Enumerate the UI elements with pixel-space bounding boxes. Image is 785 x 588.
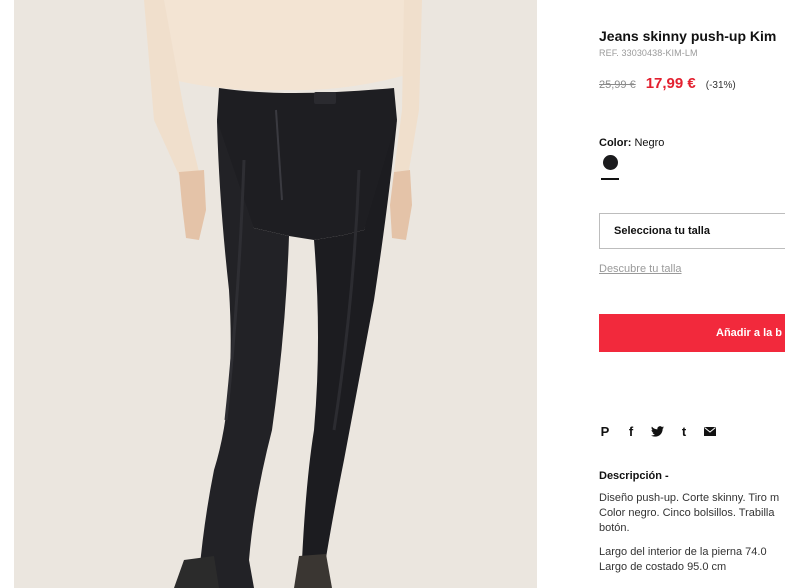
original-price: 25,99 € (599, 79, 636, 91)
price-row: 25,99 € 17,99 € (-31%) (599, 75, 736, 92)
color-swatch-black[interactable] (603, 155, 618, 170)
size-guide-link[interactable]: Descubre tu talla (599, 263, 682, 275)
pinterest-icon[interactable]: P (599, 424, 611, 439)
measurement-line: Largo del interior de la pierna 74.0 (599, 546, 767, 558)
description-body: Diseño push-up. Corte skinny. Tiro m Col… (599, 491, 785, 575)
size-select[interactable]: Selecciona tu talla (599, 213, 785, 249)
description-heading[interactable]: Descripción - (599, 470, 669, 482)
discount-badge: (-31%) (705, 80, 736, 91)
email-icon[interactable] (704, 427, 716, 436)
product-title: Jeans skinny push-up Kim (599, 28, 777, 44)
sale-price: 17,99 € (645, 75, 696, 92)
twitter-icon[interactable] (651, 426, 664, 437)
facebook-icon[interactable]: f (625, 424, 637, 439)
color-selection: Color: Negro (599, 137, 664, 149)
product-photo[interactable] (14, 0, 537, 588)
tumblr-icon[interactable]: t (678, 424, 690, 439)
color-value: Negro (634, 137, 665, 149)
description-line: Color negro. Cinco bolsillos. Trabilla (599, 507, 775, 519)
measurement-line: Largo de costado 95.0 cm (599, 561, 727, 573)
description-line: Diseño push-up. Corte skinny. Tiro m (599, 492, 780, 504)
jeans-model-image (14, 0, 537, 588)
color-label: Color: (599, 137, 632, 149)
selected-swatch-indicator (601, 178, 619, 180)
add-to-bag-button[interactable]: Añadir a la b (599, 314, 785, 352)
product-reference: REF. 33030438-KIM-LM (599, 48, 698, 58)
share-icons: P f t (599, 424, 716, 439)
product-info-panel: Jeans skinny push-up Kim REF. 33030438-K… (599, 0, 785, 588)
description-line: botón. (599, 522, 630, 534)
